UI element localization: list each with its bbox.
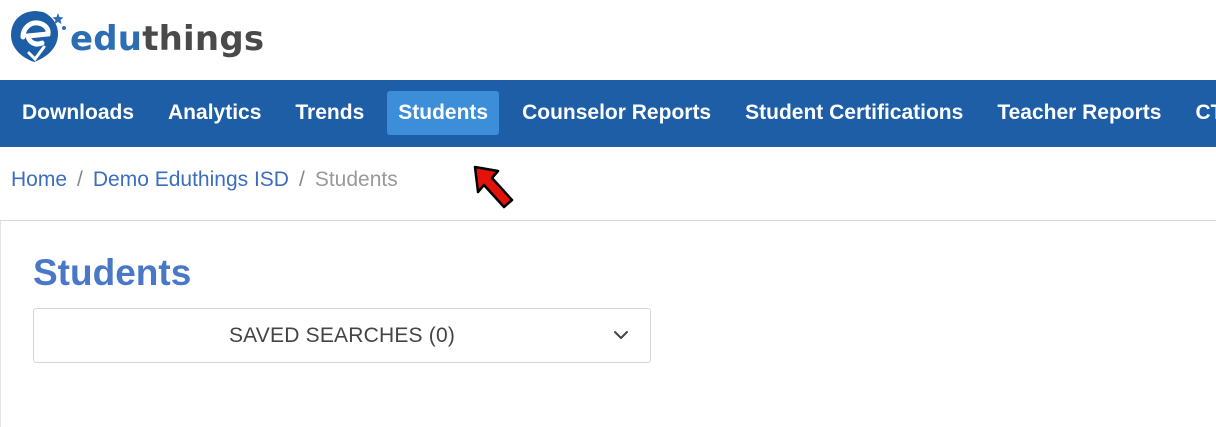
chevron-down-icon [612,326,630,344]
content-left-border [0,221,1,427]
header-divider [0,220,1216,221]
red-arrow-pointer-icon [468,160,518,216]
breadcrumb-home-link[interactable]: Home [11,168,67,191]
nav-item-student-certifications[interactable]: Student Certifications [734,91,974,135]
logo-text-edu: edu [70,19,143,59]
nav-item-analytics[interactable]: Analytics [157,91,272,135]
breadcrumb-separator: / [298,168,305,191]
page: eduthings Downloads Analytics Trends Stu… [0,0,1216,427]
saved-searches-label: SAVED SEARCHES (0) [228,324,456,347]
logo[interactable]: eduthings [8,6,264,66]
nav-item-counselor-reports[interactable]: Counselor Reports [511,91,722,135]
header: eduthings [0,0,1216,80]
nav-list: Downloads Analytics Trends Students Coun… [11,91,1216,135]
nav-item-ct[interactable]: CT [1184,91,1216,135]
page-title: Students [33,252,192,293]
saved-searches-dropdown[interactable]: SAVED SEARCHES (0) [33,308,651,363]
nav-item-downloads[interactable]: Downloads [11,91,145,135]
logo-wordmark: eduthings [70,19,264,59]
breadcrumb-separator: / [77,168,83,191]
nav-item-students[interactable]: Students [387,91,500,135]
breadcrumb-district-link[interactable]: Demo Eduthings ISD [93,168,289,191]
main-navbar: Downloads Analytics Trends Students Coun… [0,80,1216,147]
breadcrumb-current: Students [314,168,398,191]
nav-item-teacher-reports[interactable]: Teacher Reports [986,91,1172,135]
breadcrumb: Home / Demo Eduthings ISD / Students [11,168,398,192]
logo-text-things: things [142,19,265,59]
nav-item-trends[interactable]: Trends [284,91,375,135]
eduthings-logo-icon [8,7,68,65]
